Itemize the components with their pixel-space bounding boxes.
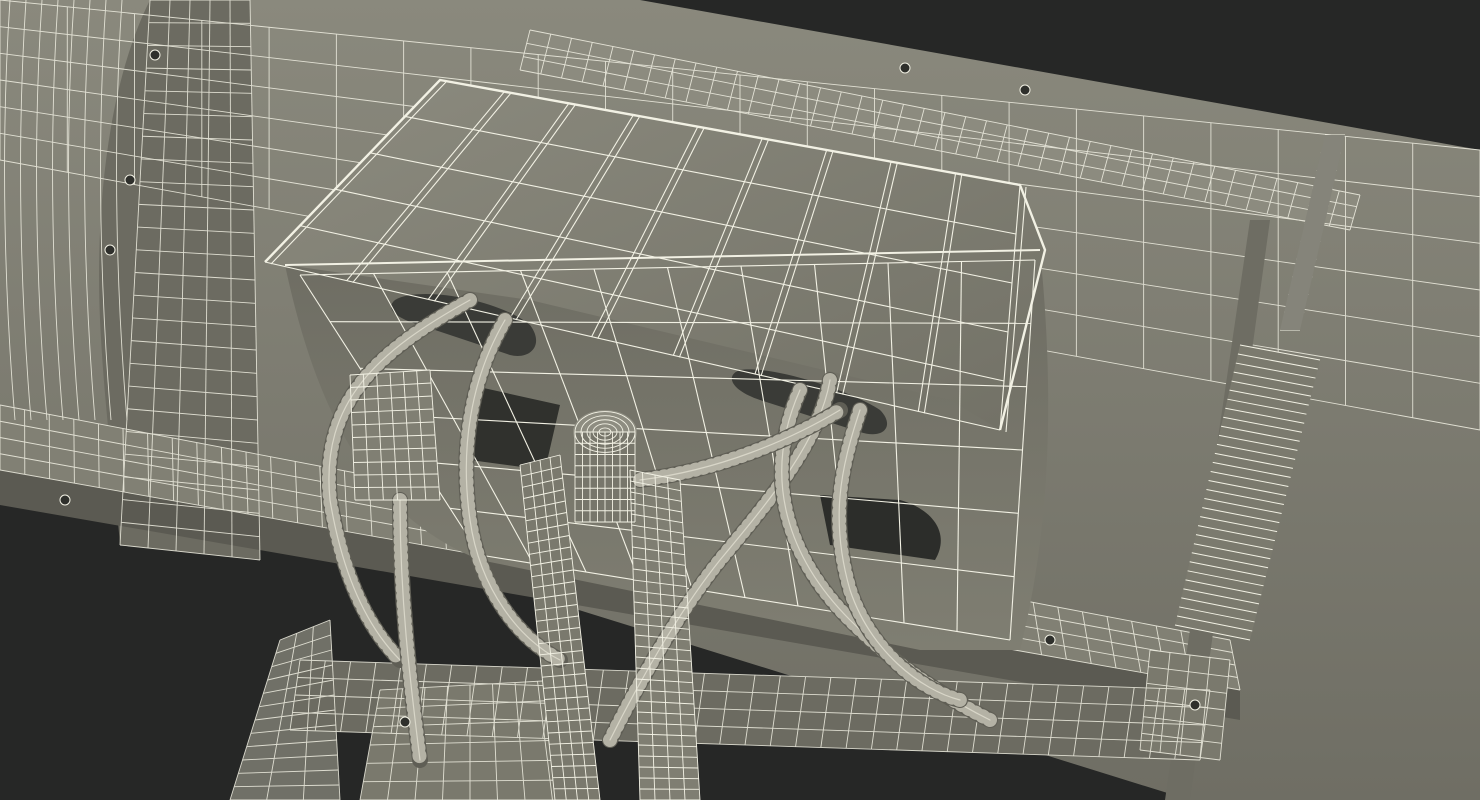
blade-end-wire [148,22,251,24]
bolt-hole [899,62,911,74]
bolt-hole [1189,699,1201,711]
bolt-hole [124,174,136,186]
bolt-hole [1044,634,1056,646]
bolt-hole [1019,84,1031,96]
bolt-hole [104,244,116,256]
valve-wire [354,486,440,488]
bolt-hole [149,49,161,61]
bolt-hole [399,716,411,728]
bolt-hole [59,494,71,506]
wireframe-render [0,0,1480,800]
